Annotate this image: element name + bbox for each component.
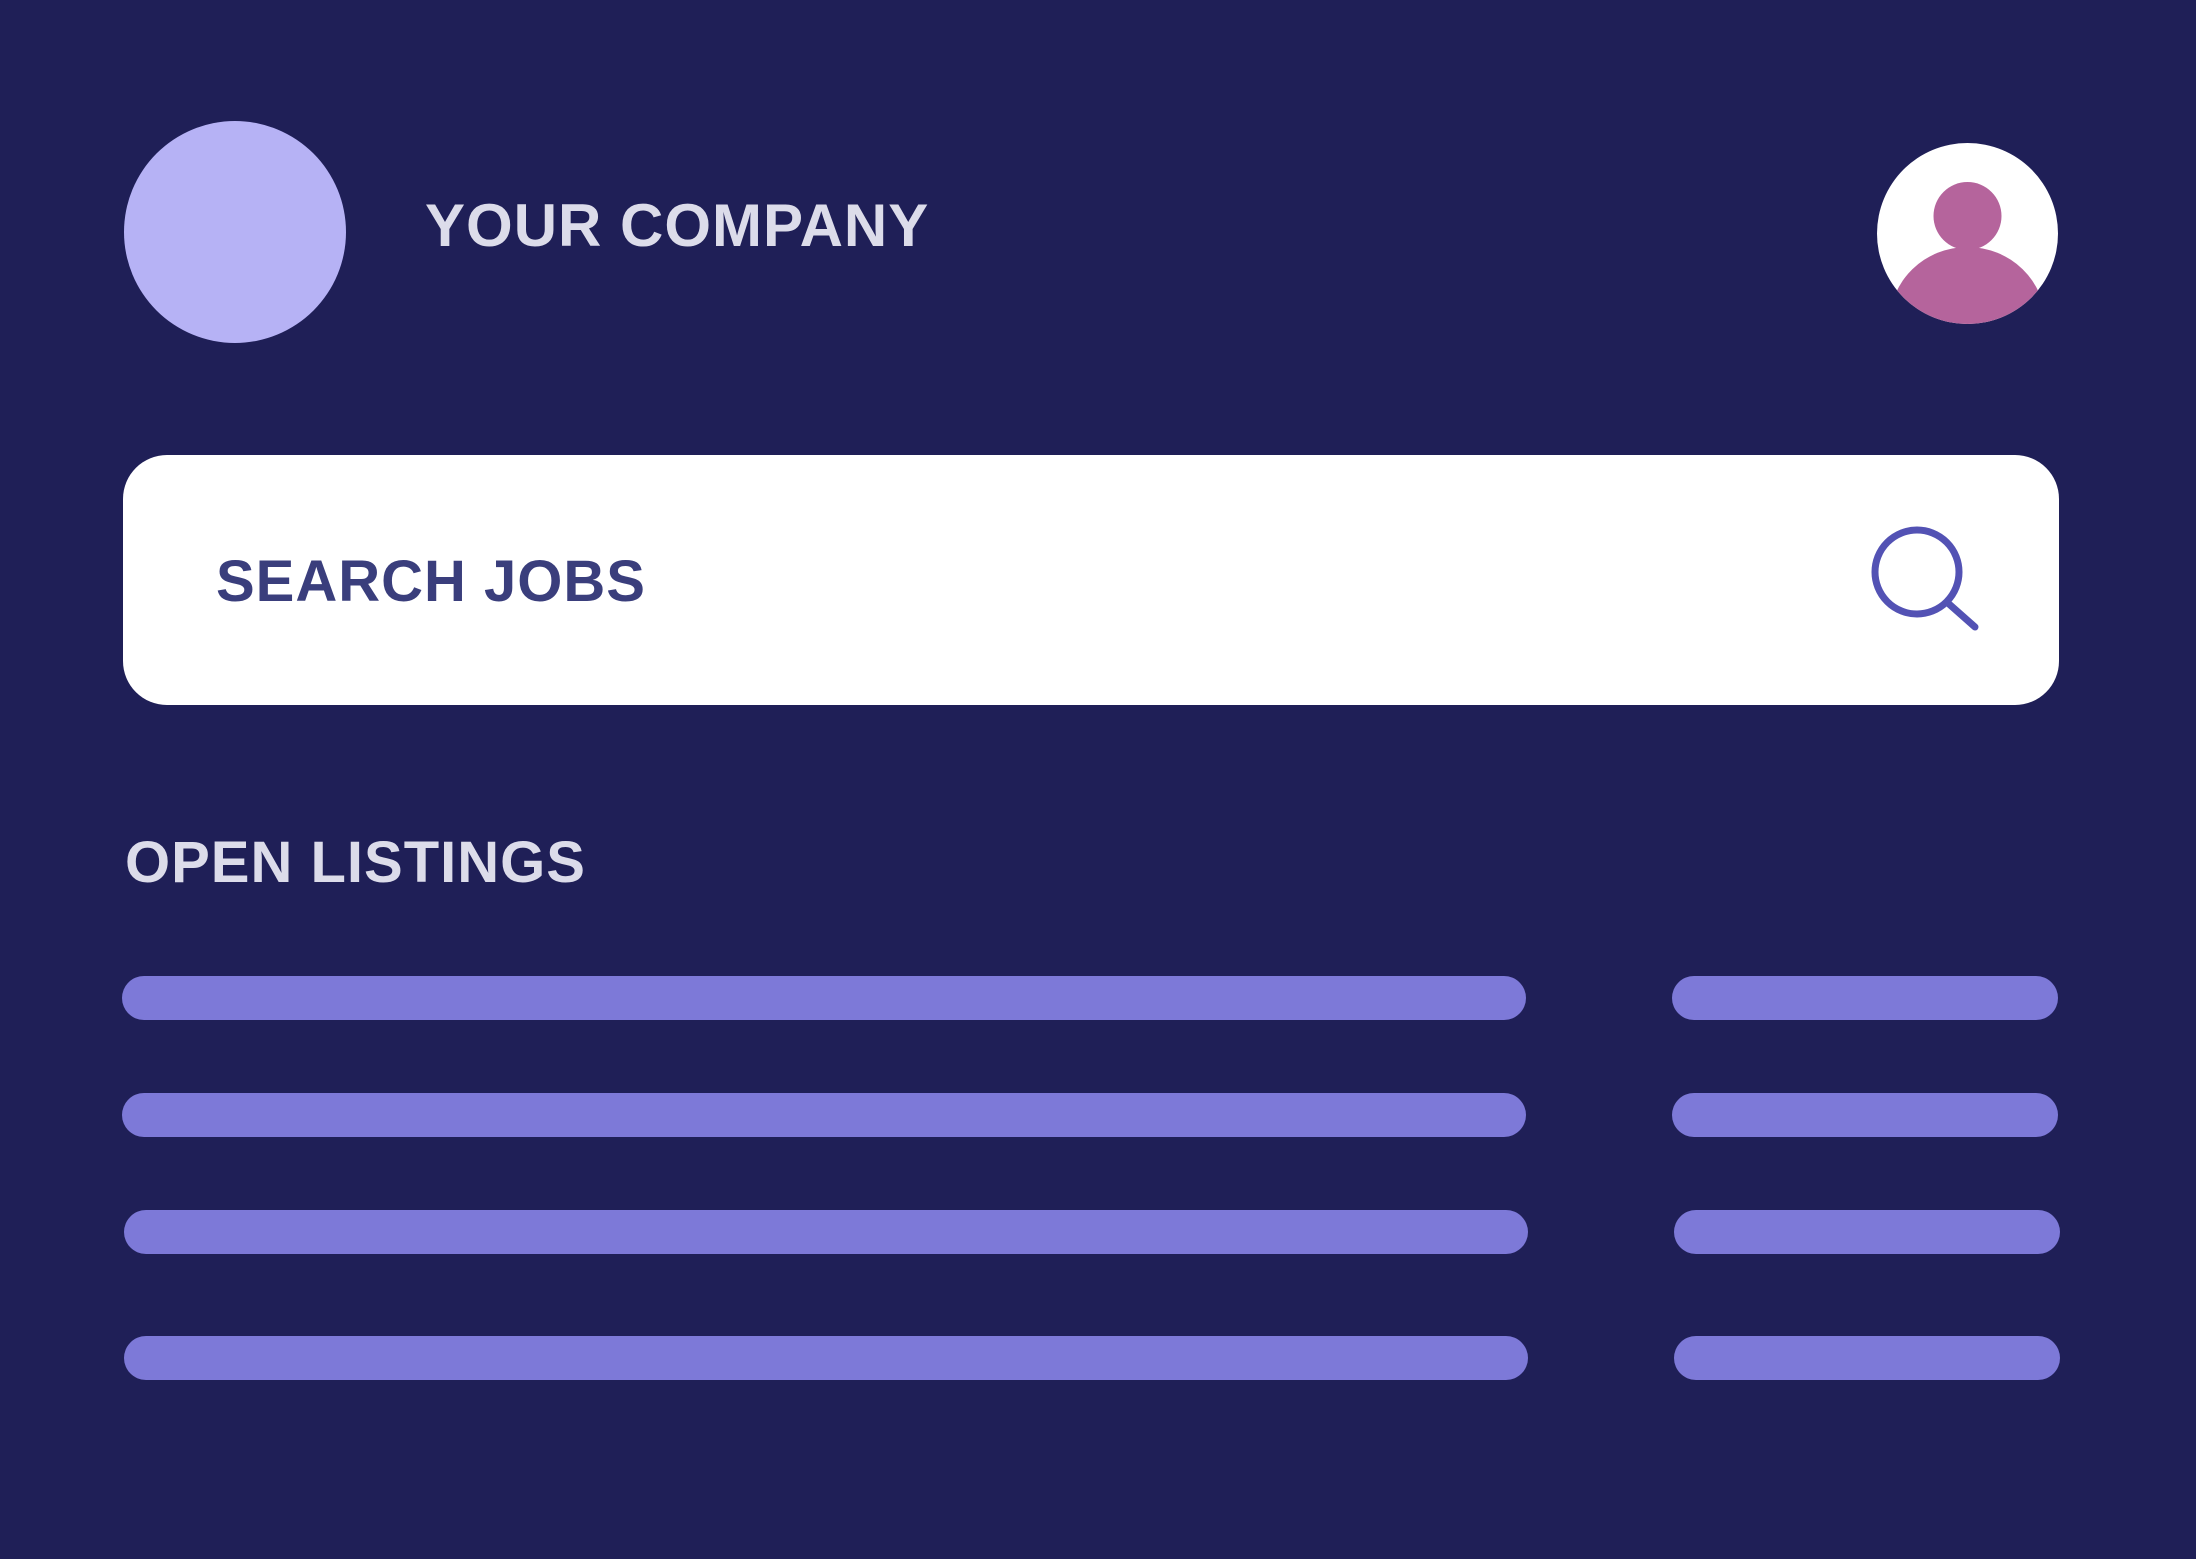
- listing-row[interactable]: [0, 1336, 2196, 1380]
- listing-row[interactable]: [0, 1210, 2196, 1254]
- user-avatar-icon: [1889, 182, 2046, 324]
- listing-row[interactable]: [0, 1093, 2196, 1137]
- listing-title-placeholder: [122, 1093, 1526, 1137]
- listing-meta-placeholder: [1672, 1093, 2058, 1137]
- listing-title-placeholder: [122, 976, 1526, 1020]
- open-listings-heading: OPEN LISTINGS: [125, 830, 586, 895]
- listing-meta-placeholder: [1672, 976, 2058, 1020]
- listing-title-placeholder: [124, 1210, 1528, 1254]
- listing-meta-placeholder: [1674, 1336, 2060, 1380]
- search-icon[interactable]: [1869, 526, 1983, 636]
- listing-title-placeholder: [124, 1336, 1528, 1380]
- company-name: YOUR COMPANY: [425, 192, 930, 259]
- company-logo: [124, 121, 346, 343]
- search-input[interactable]: SEARCH JOBS: [123, 455, 2059, 705]
- listing-meta-placeholder: [1674, 1210, 2060, 1254]
- search-placeholder: SEARCH JOBS: [216, 549, 646, 614]
- user-avatar-button[interactable]: [1877, 143, 2058, 324]
- listing-row[interactable]: [0, 976, 2196, 1020]
